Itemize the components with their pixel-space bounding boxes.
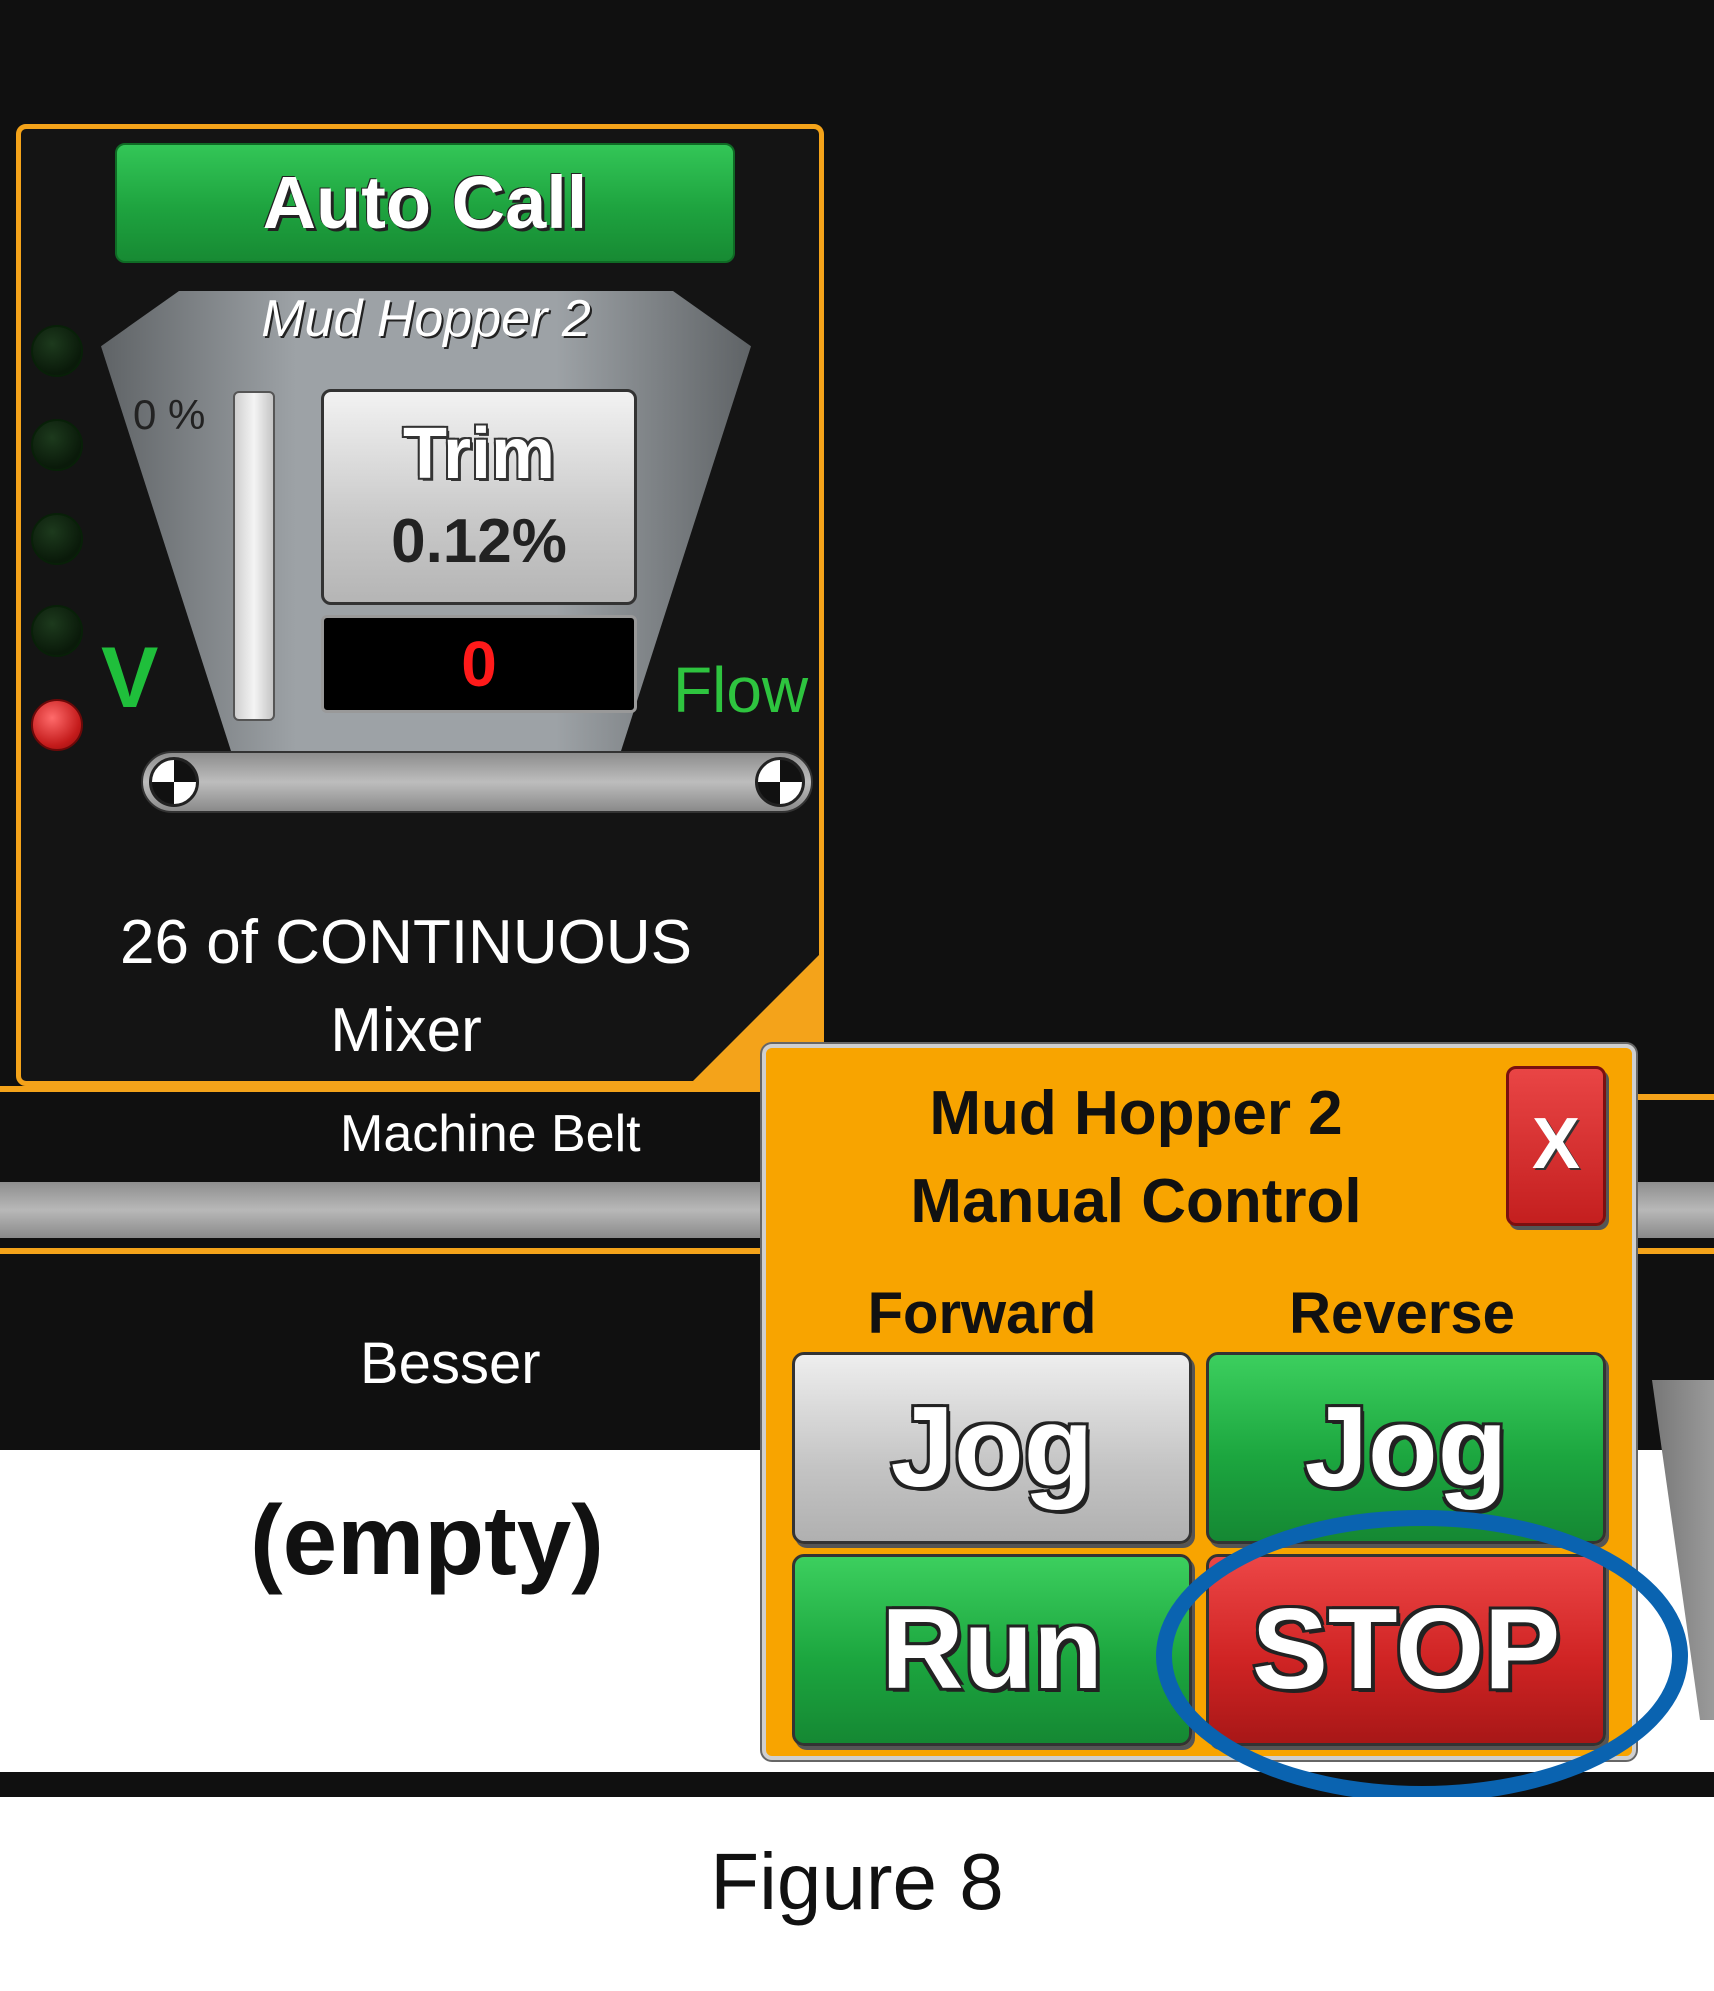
flow-label: Flow xyxy=(673,654,809,726)
popup-title-line1: Mud Hopper 2 xyxy=(929,1079,1343,1148)
besser-label: Besser xyxy=(360,1331,541,1396)
status-led-5-alarm xyxy=(31,699,83,751)
status-led-4 xyxy=(31,605,83,657)
popup-title-line2: Manual Control xyxy=(910,1167,1362,1236)
reverse-label: Reverse xyxy=(1289,1281,1515,1346)
level-bar xyxy=(233,391,275,721)
hopper-card[interactable]: Auto Call Mud Hopper 2 0 % Trim 0.12% 0 … xyxy=(16,124,824,1086)
v-label: V xyxy=(101,630,159,726)
belt-roller-right-icon xyxy=(755,757,805,807)
hmi-screen: Auto Call Mud Hopper 2 0 % Trim 0.12% 0 … xyxy=(0,0,1714,1797)
forward-label: Forward xyxy=(867,1281,1097,1346)
trim-button[interactable]: Trim 0.12% xyxy=(321,389,637,605)
level-percent-label: 0 % xyxy=(133,391,206,438)
close-button[interactable]: X xyxy=(1506,1066,1606,1226)
feeder-belt xyxy=(141,751,813,813)
belt-roller-left-icon xyxy=(149,757,199,807)
status-led-2 xyxy=(31,419,83,471)
card-info: 26 of CONTINUOUS Mixer xyxy=(21,899,791,1075)
stop-highlight-ring xyxy=(1156,1510,1688,1797)
trim-label: Trim xyxy=(402,414,556,494)
run-button[interactable]: Run xyxy=(792,1554,1192,1746)
status-led-3 xyxy=(31,513,83,565)
auto-call-button[interactable]: Auto Call xyxy=(115,143,735,263)
mode-text: 26 of CONTINUOUS xyxy=(120,908,692,977)
destination-text: Mixer xyxy=(330,996,482,1065)
count-display: 0 xyxy=(321,615,637,713)
empty-status-label: (empty) xyxy=(250,1485,604,1595)
forward-jog-button[interactable]: Jog xyxy=(792,1352,1192,1544)
trim-value: 0.12% xyxy=(391,507,567,576)
popup-title: Mud Hopper 2 Manual Control xyxy=(856,1070,1416,1246)
orange-divider-top xyxy=(0,1086,780,1092)
figure-caption: Figure 8 xyxy=(710,1837,1004,1926)
status-led-1 xyxy=(31,325,83,377)
hopper-title: Mud Hopper 2 xyxy=(261,290,591,348)
machine-belt-label: Machine Belt xyxy=(340,1105,641,1163)
